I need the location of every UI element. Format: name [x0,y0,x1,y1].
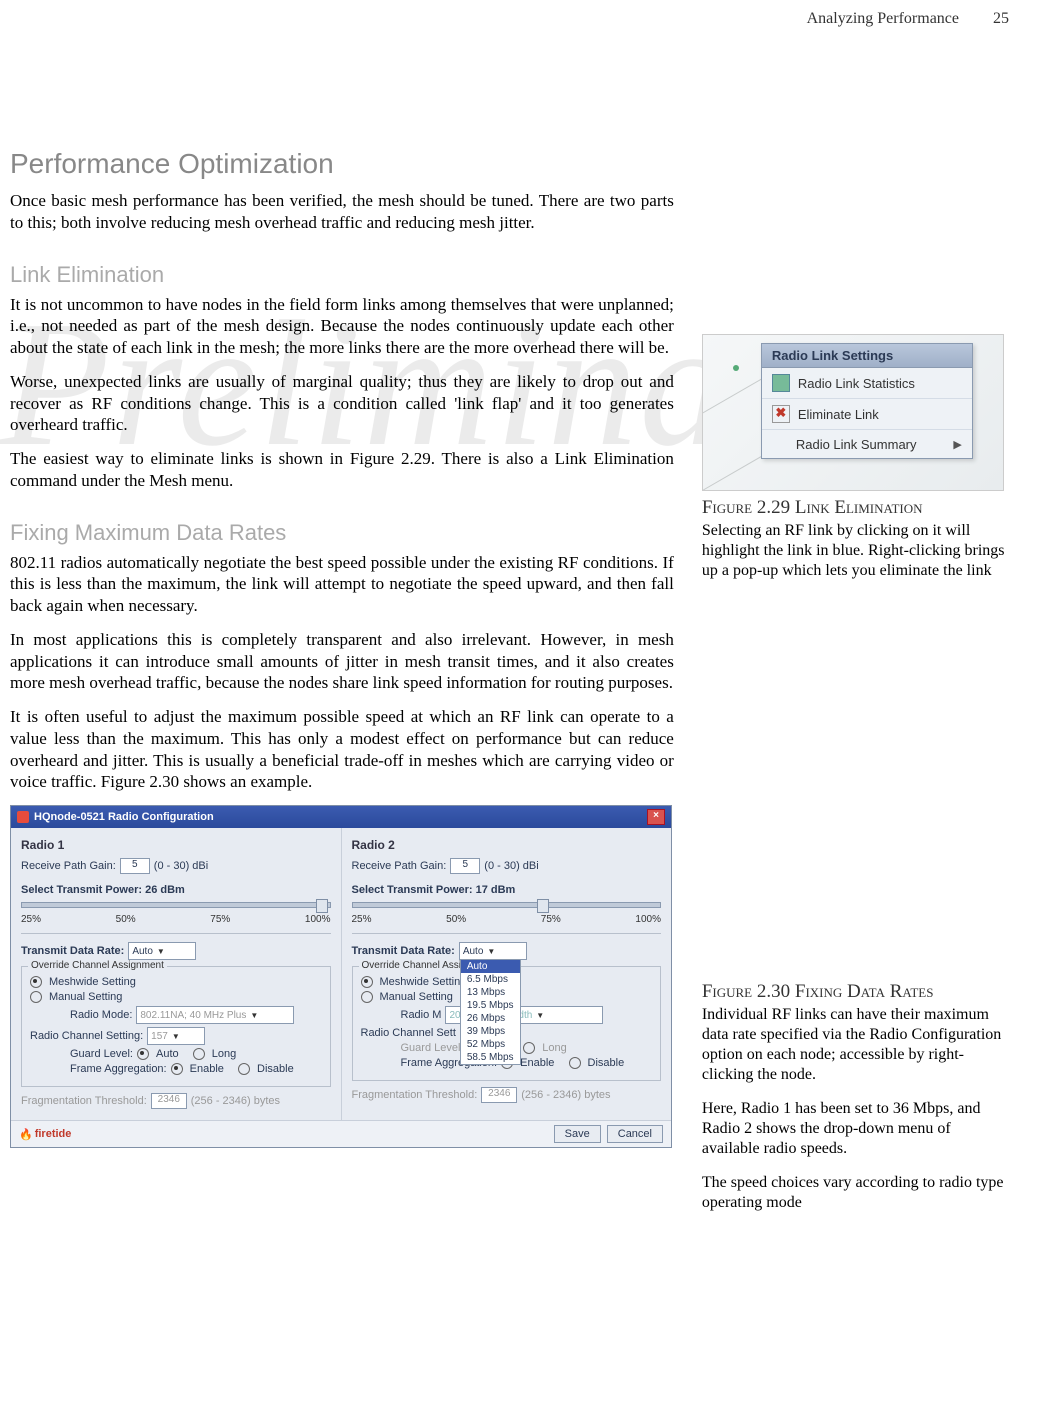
radio2-title: Radio 2 [352,838,662,852]
tx-rate-label: Transmit Data Rate: [352,945,455,957]
agg-disable-radio[interactable] [238,1063,250,1075]
rate-option[interactable]: 13 Mbps [461,986,520,999]
tx-rate-dropdown-list[interactable]: Auto 6.5 Mbps 13 Mbps 19.5 Mbps 26 Mbps … [460,959,521,1065]
figure-2-30-caption: The speed choices vary according to radi… [702,1173,1009,1213]
rx-gain-unit: (0 - 30) dBi [484,860,538,872]
agg-enable-radio[interactable] [171,1063,183,1075]
paragraph: The easiest way to eliminate links is sh… [10,448,674,492]
tx-power-slider[interactable] [21,902,331,908]
agg-disable-radio[interactable] [569,1057,581,1069]
rate-option[interactable]: 39 Mbps [461,1025,520,1038]
tx-rate-dropdown[interactable]: Auto▼ [128,942,196,960]
paragraph: 802.11 radios automatically negotiate th… [10,552,674,617]
radio-channel-label: Radio Channel Setting: [30,1030,143,1042]
rate-option[interactable]: 58.5 Mbps [461,1051,520,1064]
manual-radio[interactable] [30,991,42,1003]
guard-long-radio[interactable] [193,1048,205,1060]
rate-option[interactable]: Auto [461,960,520,973]
running-header: Analyzing Performance 25 [10,10,1009,28]
figure-2-29-image: Radio Link Settings Radio Link Statistic… [702,334,1004,491]
slider-ticks: 25% 50% 75% 100% [352,914,662,925]
close-button[interactable]: × [647,809,665,825]
paragraph: It is often useful to adjust the maximum… [10,706,674,793]
figure-2-29-caption: Selecting an RF link by clicking on it w… [702,521,1009,581]
paragraph: It is not uncommon to have nodes in the … [10,294,674,359]
submenu-arrow-icon: ▶ [953,438,961,451]
heading-fixing-max-data-rates: Fixing Maximum Data Rates [10,520,674,546]
cancel-button[interactable]: Cancel [607,1125,663,1143]
radio-configuration-dialog: HQnode-0521 Radio Configuration × Radio … [10,805,672,1148]
figure-2-30-caption: Here, Radio 1 has been set to 36 Mbps, a… [702,1099,1009,1159]
override-channel-fieldset: Override Channel Assignment Meshwide Set… [21,966,331,1087]
menu-item-summary[interactable]: Radio Link Summary ▶ [762,429,972,458]
guard-level-label: Guard Level: [70,1048,133,1060]
frag-threshold-input[interactable]: 2346 [151,1093,187,1109]
rx-gain-input[interactable]: 5 [120,858,150,874]
slider-ticks: 25% 50% 75% 100% [21,914,331,925]
frag-range: (256 - 2346) bytes [521,1089,610,1101]
guard-long-radio[interactable] [523,1042,535,1054]
manual-radio[interactable] [361,991,373,1003]
firetide-brand: 🔥firetide [19,1128,71,1141]
rx-gain-label: Receive Path Gain: [21,860,116,872]
guard-level-label: Guard Level: [401,1042,464,1054]
frag-threshold-label: Fragmentation Threshold: [21,1095,147,1107]
radio1-title: Radio 1 [21,838,331,852]
radio-mode-label: Radio M [401,1009,442,1021]
tx-power-label: Select Transmit Power: 26 dBm [21,884,185,896]
menu-item-eliminate[interactable]: ✖ Eliminate Link [762,398,972,429]
meshwide-radio[interactable] [361,976,373,988]
rx-gain-label: Receive Path Gain: [352,860,447,872]
radio-mode-label: Radio Mode: [70,1009,132,1021]
guard-auto-radio[interactable] [137,1048,149,1060]
override-legend: Override Channel Assignment [28,960,167,971]
tx-power-slider[interactable] [352,902,662,908]
frag-threshold-input[interactable]: 2346 [481,1087,517,1103]
heading-link-elimination: Link Elimination [10,262,674,288]
rx-gain-unit: (0 - 30) dBi [154,860,208,872]
paragraph: In most applications this is completely … [10,629,674,694]
radio1-panel: Radio 1 Receive Path Gain: 5 (0 - 30) dB… [11,828,341,1120]
figure-2-29-title: Figure 2.29 Link Elimination [702,497,1009,519]
radio2-panel: Radio 2 Receive Path Gain: 5 (0 - 30) dB… [341,828,672,1120]
rate-option[interactable]: 26 Mbps [461,1012,520,1025]
x-icon: ✖ [772,405,790,423]
dialog-titlebar[interactable]: HQnode-0521 Radio Configuration × [11,806,671,828]
rx-gain-input[interactable]: 5 [450,858,480,874]
rate-option[interactable]: 52 Mbps [461,1038,520,1051]
heading-performance-optimization: Performance Optimization [10,148,1009,180]
meshwide-radio[interactable] [30,976,42,988]
radio-channel-label: Radio Channel Sett [361,1027,456,1039]
context-menu-title: Radio Link Settings [762,344,972,368]
menu-item-statistics[interactable]: Radio Link Statistics [762,368,972,398]
figure-2-30-title: Figure 2.30 Fixing Data Rates [702,981,1009,1003]
page-number: 25 [993,10,1009,28]
tx-rate-dropdown[interactable]: Auto▼ Auto 6.5 Mbps 13 Mbps 19.5 Mbps 26… [459,942,527,960]
frag-threshold-label: Fragmentation Threshold: [352,1089,478,1101]
context-menu[interactable]: Radio Link Settings Radio Link Statistic… [761,343,973,459]
tx-power-label: Select Transmit Power: 17 dBm [352,884,516,896]
intro-paragraph: Once basic mesh performance has been ver… [10,190,674,234]
dialog-title: HQnode-0521 Radio Configuration [34,811,214,823]
firetide-icon [17,811,29,823]
table-icon [772,374,790,392]
frame-agg-label: Frame Aggregation: [70,1063,167,1075]
radio-mode-dropdown[interactable]: 802.11NA; 40 MHz Plus▼ [136,1006,294,1024]
radio-channel-dropdown[interactable]: 157▼ [147,1027,205,1045]
paragraph: Worse, unexpected links are usually of m… [10,371,674,436]
rate-option[interactable]: 6.5 Mbps [461,973,520,986]
section-name: Analyzing Performance [807,10,959,28]
tx-rate-label: Transmit Data Rate: [21,945,124,957]
frag-range: (256 - 2346) bytes [191,1095,280,1107]
save-button[interactable]: Save [554,1125,601,1143]
flame-icon: 🔥 [19,1128,33,1141]
figure-2-30-caption: Individual RF links can have their maxim… [702,1005,1009,1085]
rate-option[interactable]: 19.5 Mbps [461,999,520,1012]
